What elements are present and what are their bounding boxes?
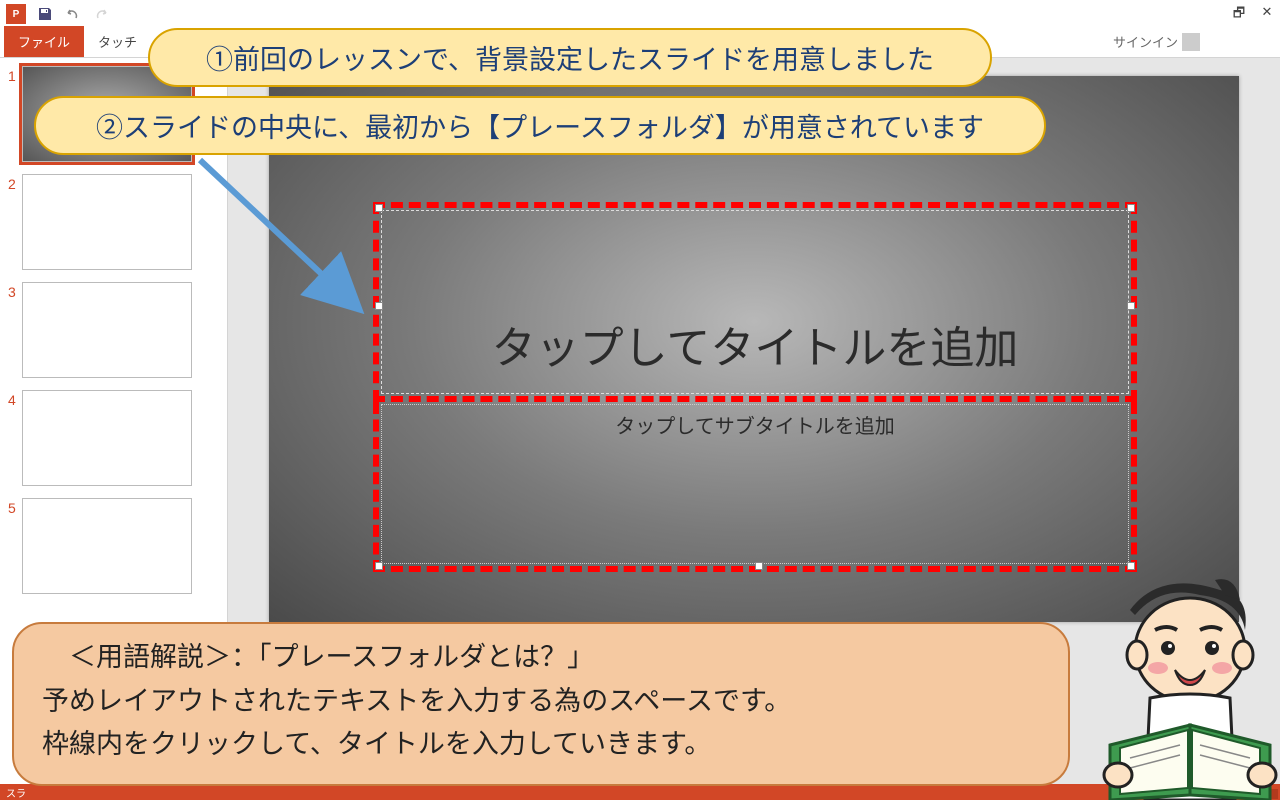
explanation-box: ＜用語解説＞：「プレースフォルダとは？」 予めレイアウトされたテキストを入力する…: [12, 622, 1070, 786]
slide[interactable]: ↻ タップしてタイトルを追加 タップしてサブタイトルを追加: [269, 76, 1239, 622]
title-bar: P: [0, 0, 1280, 28]
thumbnail[interactable]: 5: [8, 498, 219, 594]
window-controls: 🗗 ✕: [1232, 4, 1274, 26]
thumbnail[interactable]: 4: [8, 390, 219, 486]
signin-link[interactable]: サインイン: [1113, 32, 1200, 51]
avatar-icon: [1182, 33, 1200, 51]
annotation-callout-1: ①前回のレッスンで、背景設定したスライドを用意しました: [148, 28, 992, 87]
save-icon[interactable]: [34, 3, 56, 25]
window-close-icon[interactable]: ✕: [1260, 4, 1274, 26]
placeholder-group: タップしてタイトルを追加 タップしてサブタイトルを追加: [373, 202, 1137, 572]
subtitle-placeholder[interactable]: タップしてサブタイトルを追加: [373, 402, 1137, 572]
tab-touch[interactable]: タッチ: [84, 26, 151, 57]
window-restore-icon[interactable]: 🗗: [1232, 4, 1246, 26]
status-text: スラ: [6, 789, 26, 800]
tab-file[interactable]: ファイル: [4, 26, 84, 57]
explain-line-3: 枠線内をクリックして、タイトルを入力していきます。: [42, 723, 1040, 766]
mascot-character-icon: [1040, 570, 1280, 800]
annotation-callout-2: ②スライドの中央に、最初から【プレースフォルダ】が用意されています: [34, 96, 1046, 155]
title-placeholder[interactable]: タップしてタイトルを追加: [373, 202, 1137, 402]
undo-icon[interactable]: [62, 3, 84, 25]
redo-icon[interactable]: [90, 3, 112, 25]
explain-line-2: 予めレイアウトされたテキストを入力する為のスペースです。: [42, 680, 1040, 723]
annotation-arrow-icon: [180, 150, 380, 330]
powerpoint-icon: P: [6, 4, 26, 24]
signin-label: サインイン: [1113, 32, 1178, 51]
explain-line-1: ＜用語解説＞：「プレースフォルダとは？」: [42, 636, 1040, 679]
